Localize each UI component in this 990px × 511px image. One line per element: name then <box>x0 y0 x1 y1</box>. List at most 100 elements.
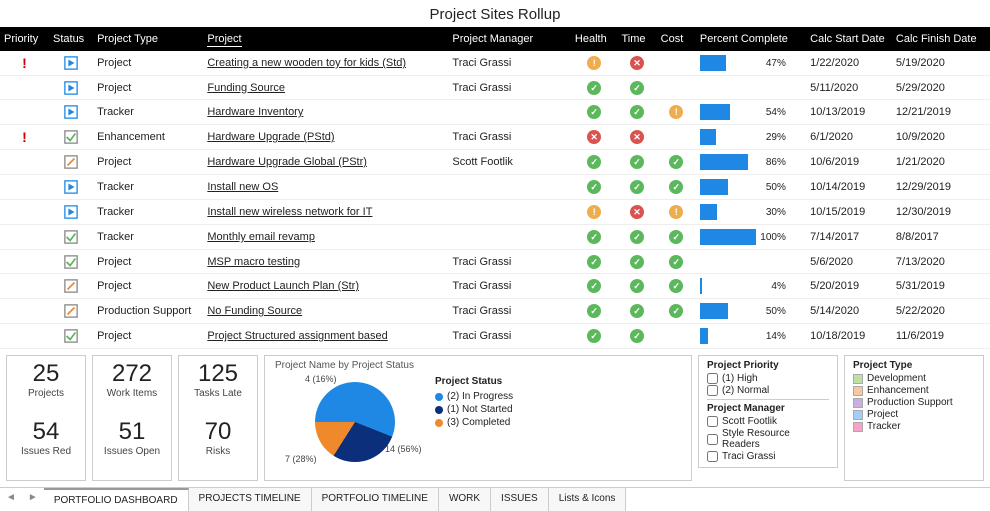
filter-option[interactable]: Development <box>853 373 975 384</box>
filter-option[interactable]: Scott Footlik <box>707 416 829 427</box>
col-cost[interactable]: Cost <box>657 27 696 51</box>
table-row[interactable]: ProjectMSP macro testingTraci Grassi✓✓✓5… <box>0 250 990 274</box>
table-row[interactable]: TrackerHardware Inventory✓✓!54%10/13/201… <box>0 100 990 125</box>
col-finish-date[interactable]: Calc Finish Date <box>892 27 990 51</box>
table-row[interactable]: Production SupportNo Funding SourceTraci… <box>0 299 990 324</box>
col-percent-complete[interactable]: Percent Complete <box>696 27 806 51</box>
cell-type: Project <box>93 51 203 76</box>
cell-percent-complete: 30% <box>696 200 806 225</box>
sheet-tab[interactable]: PORTFOLIO DASHBOARD <box>44 488 189 511</box>
col-health[interactable]: Health <box>571 27 618 51</box>
table-row[interactable]: !ProjectCreating a new wooden toy for ki… <box>0 51 990 76</box>
cell-finish: 12/30/2019 <box>892 200 990 225</box>
table-row[interactable]: !EnhancementHardware Upgrade (PStd)Traci… <box>0 125 990 150</box>
col-pm[interactable]: Project Manager <box>448 27 571 51</box>
table-row[interactable]: ProjectFunding SourceTraci Grassi✓✓5/11/… <box>0 76 990 100</box>
stat-card[interactable]: 25Projects 54Issues Red <box>6 355 86 481</box>
stat-card[interactable]: 272Work Items 51Issues Open <box>92 355 172 481</box>
table-row[interactable]: ProjectProject Structured assignment bas… <box>0 324 990 349</box>
project-link[interactable]: Funding Source <box>207 82 285 94</box>
cell-percent-complete: 86% <box>696 150 806 175</box>
sheet-tab[interactable]: PROJECTS TIMELINE <box>189 488 312 511</box>
stat-tasks-late-num: 125 <box>187 360 249 388</box>
checkbox[interactable] <box>707 385 718 396</box>
cell-type: Project <box>93 76 203 100</box>
cell-pm: Traci Grassi <box>448 324 571 349</box>
legend-item[interactable]: (2) In Progress <box>435 391 513 402</box>
col-status[interactable]: Status <box>49 27 93 51</box>
project-link[interactable]: New Product Launch Plan (Str) <box>207 280 359 292</box>
project-link[interactable]: Project Structured assignment based <box>207 330 387 342</box>
sheet-tab[interactable]: Lists & Icons <box>549 488 627 511</box>
table-row[interactable]: TrackerMonthly email revamp✓✓✓100%7/14/2… <box>0 225 990 250</box>
filter-option[interactable]: Enhancement <box>853 385 975 396</box>
cell-percent-complete <box>696 76 806 100</box>
green-indicator-icon: ✓ <box>587 155 601 169</box>
stat-work-items-num: 272 <box>101 360 163 388</box>
filter-option[interactable]: Project <box>853 409 975 420</box>
stat-risks-label: Risks <box>187 446 249 457</box>
cell-finish: 10/9/2020 <box>892 125 990 150</box>
filter-project-priority[interactable]: Project Priority (1) High(2) Normal Proj… <box>698 355 838 468</box>
project-link[interactable]: Monthly email revamp <box>207 231 315 243</box>
stat-issues-red-label: Issues Red <box>15 446 77 457</box>
green-indicator-icon: ✓ <box>630 255 644 269</box>
project-link[interactable]: Hardware Upgrade Global (PStr) <box>207 156 367 168</box>
cell-finish: 5/31/2019 <box>892 274 990 299</box>
table-row[interactable]: TrackerInstall new OS✓✓✓50%10/14/201912/… <box>0 175 990 200</box>
cell-start: 5/14/2020 <box>806 299 892 324</box>
chart-title: Project Name by Project Status <box>275 360 414 371</box>
filter-option[interactable]: Style Resource Readers <box>707 428 829 450</box>
checkbox[interactable] <box>707 434 718 445</box>
sheet-tab[interactable]: PORTFOLIO TIMELINE <box>312 488 439 511</box>
table-row[interactable]: ProjectNew Product Launch Plan (Str)Trac… <box>0 274 990 299</box>
project-link[interactable]: Hardware Upgrade (PStd) <box>207 131 334 143</box>
green-indicator-icon: ✓ <box>587 279 601 293</box>
stat-card[interactable]: 125Tasks Late 70Risks <box>178 355 258 481</box>
checkbox[interactable] <box>707 373 718 384</box>
cell-start: 10/13/2019 <box>806 100 892 125</box>
cell-finish: 5/19/2020 <box>892 51 990 76</box>
cell-percent-complete <box>696 250 806 274</box>
checkbox[interactable] <box>707 451 718 462</box>
legend-item[interactable]: (3) Completed <box>435 417 513 428</box>
project-link[interactable]: Creating a new wooden toy for kids (Std) <box>207 57 406 69</box>
sheet-tab[interactable]: WORK <box>439 488 491 511</box>
tab-prev[interactable]: ◄ <box>0 488 22 511</box>
table-header: Priority Status Project Type Project Pro… <box>0 27 990 51</box>
col-start-date[interactable]: Calc Start Date <box>806 27 892 51</box>
col-time[interactable]: Time <box>617 27 656 51</box>
green-indicator-icon: ✓ <box>630 155 644 169</box>
tab-next[interactable]: ► <box>22 488 44 511</box>
filter-project-type[interactable]: Project Type DevelopmentEnhancementProdu… <box>844 355 984 481</box>
pie-chart[interactable] <box>315 382 395 462</box>
col-project[interactable]: Project <box>203 27 448 51</box>
project-link[interactable]: Install new OS <box>207 181 278 193</box>
sheet-tab[interactable]: ISSUES <box>491 488 549 511</box>
filter-option[interactable]: (1) High <box>707 373 829 384</box>
filter-option[interactable]: Production Support <box>853 397 975 408</box>
filter-option[interactable]: Tracker <box>853 421 975 432</box>
project-link[interactable]: Install new wireless network for IT <box>207 206 372 218</box>
stat-risks-num: 70 <box>187 418 249 446</box>
filter-option[interactable]: Traci Grassi <box>707 451 829 462</box>
table-row[interactable]: TrackerInstall new wireless network for … <box>0 200 990 225</box>
col-type[interactable]: Project Type <box>93 27 203 51</box>
filter-option[interactable]: (2) Normal <box>707 385 829 396</box>
checkbox[interactable] <box>707 416 718 427</box>
table-row[interactable]: ProjectHardware Upgrade Global (PStr)Sco… <box>0 150 990 175</box>
col-priority[interactable]: Priority <box>0 27 49 51</box>
stat-projects-label: Projects <box>15 388 77 399</box>
project-link[interactable]: MSP macro testing <box>207 256 300 268</box>
pie-chart-card[interactable]: Project Name by Project Status 14 (56%) … <box>264 355 692 481</box>
project-link[interactable]: No Funding Source <box>207 305 302 317</box>
red-indicator-icon: ✕ <box>630 130 644 144</box>
red-indicator-icon: ✕ <box>630 56 644 70</box>
pie-slice-label: 14 (56%) <box>385 444 422 454</box>
cell-finish: 11/6/2019 <box>892 324 990 349</box>
project-link[interactable]: Hardware Inventory <box>207 106 303 118</box>
cell-percent-complete: 50% <box>696 175 806 200</box>
legend-item[interactable]: (1) Not Started <box>435 404 513 415</box>
cell-start: 10/15/2019 <box>806 200 892 225</box>
page-title: Project Sites Rollup <box>0 0 990 27</box>
